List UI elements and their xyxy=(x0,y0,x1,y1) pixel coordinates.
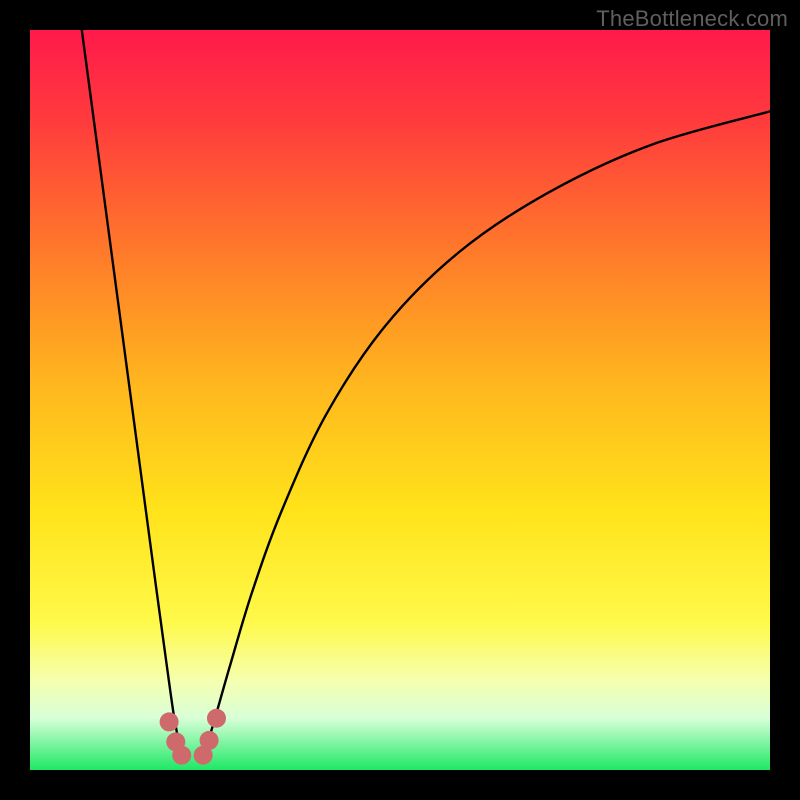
data-marker xyxy=(200,731,218,749)
plot-area xyxy=(30,30,770,770)
chart-frame: TheBottleneck.com xyxy=(0,0,800,800)
watermark-text: TheBottleneck.com xyxy=(596,6,788,32)
curve-left-branch xyxy=(82,30,184,759)
data-marker xyxy=(160,713,178,731)
data-marker xyxy=(173,746,191,764)
marker-group xyxy=(160,709,225,764)
curve-right-branch xyxy=(202,111,770,759)
data-marker xyxy=(207,709,225,727)
curve-layer xyxy=(30,30,770,770)
